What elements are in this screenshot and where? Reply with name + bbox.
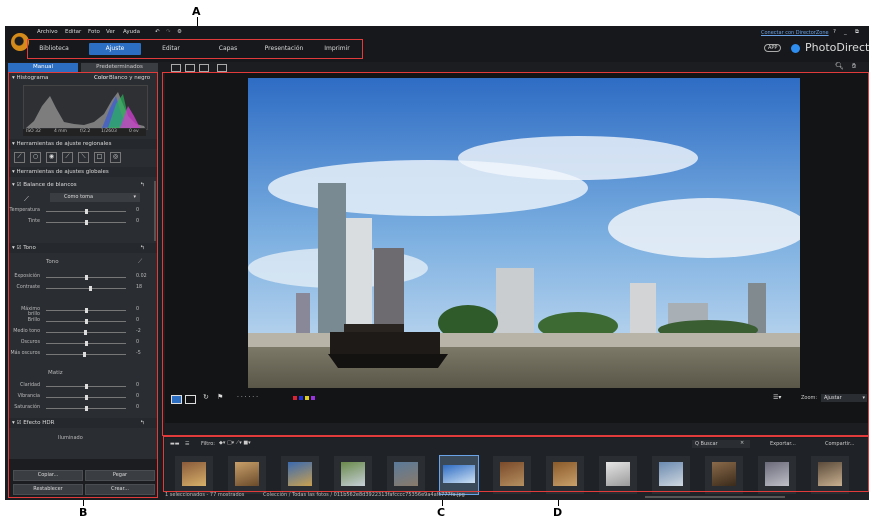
view-mode-icons[interactable] [171, 64, 233, 72]
status-count: 1 seleccionados - 77 mostrados [165, 492, 245, 498]
help-icon[interactable]: ? [833, 29, 836, 35]
brand-icon [791, 44, 800, 53]
brand-name: PhotoDirecto [805, 41, 869, 54]
minimize-icon[interactable]: _ [844, 29, 847, 35]
single-view-icon[interactable] [185, 64, 195, 72]
callout-b-box [8, 72, 158, 498]
menu-ver[interactable]: Ver [106, 29, 115, 35]
fullscreen-icon[interactable] [217, 64, 227, 72]
grid-view-icon[interactable] [199, 64, 209, 72]
redo-icon[interactable]: ↷ [166, 29, 171, 35]
menu-ayuda[interactable]: Ayuda [123, 29, 140, 35]
app-badge[interactable]: APP [764, 44, 782, 52]
menu-editar[interactable]: Editar [65, 29, 81, 35]
compare-view-icon[interactable] [171, 64, 181, 72]
mode-tab-predeterminados[interactable]: Predeterminados [81, 63, 158, 72]
zoom-tool-icon[interactable]: 🔍︎ [835, 62, 844, 70]
restore-icon[interactable]: ⧉ [855, 29, 859, 36]
callout-d: D [553, 506, 563, 519]
photodirector-window: Archivo Editar Foto Ver Ayuda ↶ ↷ ⚙ Bibl… [5, 26, 869, 500]
callout-b: B [79, 506, 88, 519]
callout-a-box [27, 39, 363, 59]
mode-tab-manual[interactable]: Manual [8, 63, 78, 72]
status-bar: 1 seleccionados - 77 mostrados Colección… [163, 491, 869, 500]
status-path: Colección / Todas las fotos / 011b562e8d… [263, 492, 465, 498]
menu-archivo[interactable]: Archivo [37, 29, 58, 35]
connect-directorzone-link[interactable]: Conectar con DirectorZone [761, 30, 829, 36]
callout-d-box [162, 72, 869, 436]
undo-icon[interactable]: ↶ [155, 29, 160, 35]
menu-foto[interactable]: Foto [88, 29, 100, 35]
settings-gear-icon[interactable]: ⚙ [177, 29, 182, 35]
callout-c-box [163, 436, 869, 492]
callout-c: C [437, 506, 446, 519]
hand-tool-icon[interactable]: ✋︎ [852, 62, 856, 71]
